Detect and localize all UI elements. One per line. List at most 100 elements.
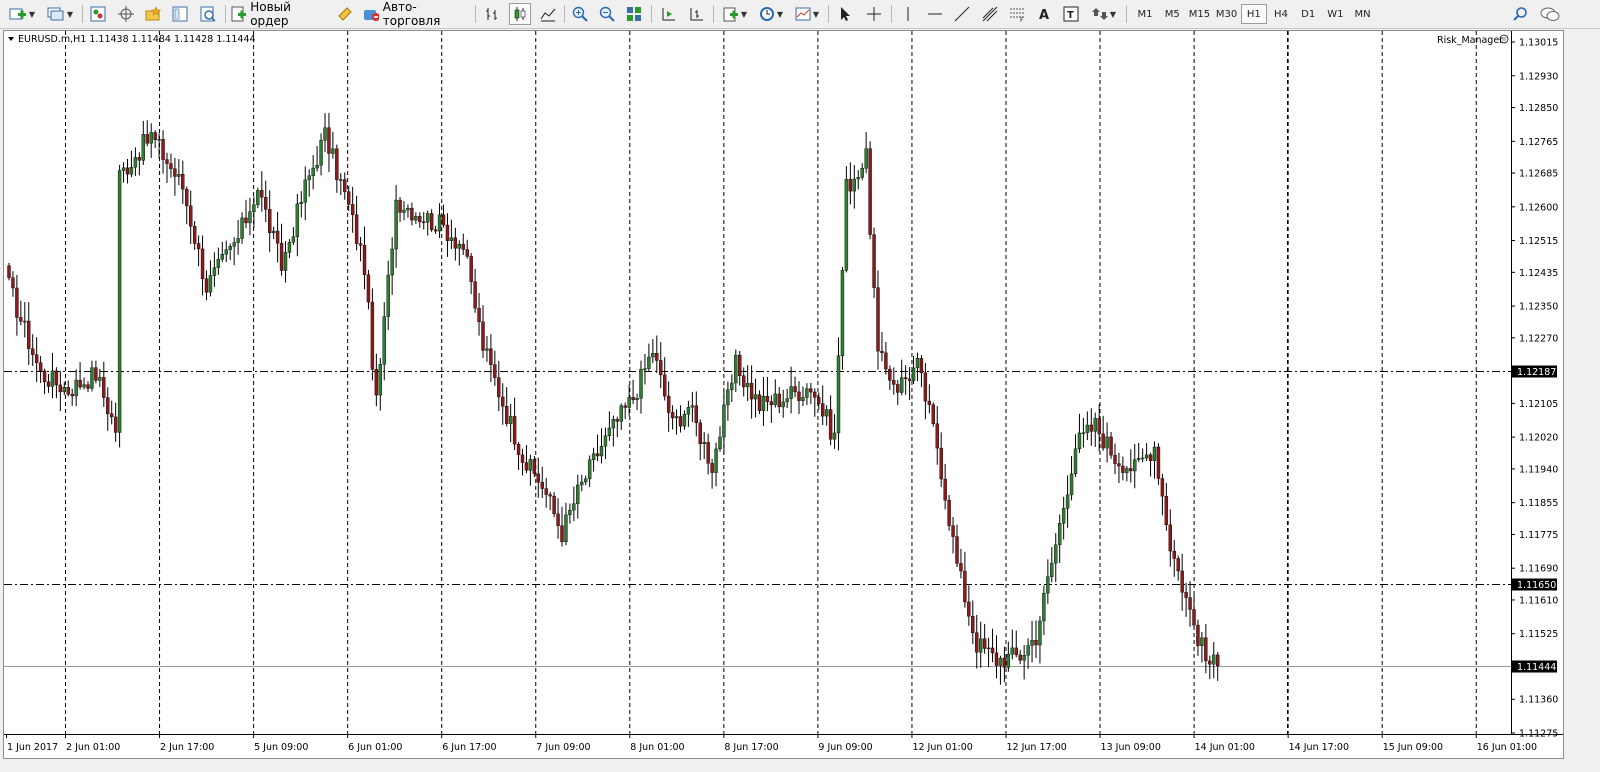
crosshair-target-icon	[118, 6, 134, 22]
separator	[891, 5, 892, 23]
candle-body	[607, 427, 612, 436]
candle-body	[1152, 446, 1157, 461]
navigator-button[interactable]	[143, 3, 163, 25]
candle-body	[1006, 653, 1011, 668]
candle-body	[1034, 640, 1038, 646]
crosshair-button[interactable]	[864, 3, 884, 25]
equidistant-channel-button[interactable]	[980, 3, 1000, 25]
strategy-tester-icon	[200, 6, 216, 22]
candle-body	[1093, 418, 1097, 432]
candle-body	[765, 396, 770, 402]
candle-body	[350, 204, 355, 215]
search-button[interactable]	[1510, 3, 1530, 25]
candle-body	[568, 509, 572, 516]
candle-body	[694, 405, 698, 424]
strategy-tester-button[interactable]	[198, 3, 218, 25]
auto-trading-icon	[364, 10, 379, 21]
separator	[82, 5, 83, 23]
time-axis-label: 9 Jun 09:00	[818, 742, 872, 753]
candle-body	[781, 401, 785, 408]
zoom-in-button[interactable]	[570, 3, 590, 25]
candle-body	[544, 488, 548, 495]
candle-body	[1180, 570, 1184, 593]
candle-body	[98, 377, 102, 381]
zoom-out-icon	[599, 6, 615, 22]
fibonacci-button[interactable]: F	[1007, 3, 1027, 25]
new-chart-button[interactable]: ▼	[6, 3, 38, 25]
auto-scroll-icon	[662, 8, 675, 21]
auto-trading-button[interactable]: Авто-торговля	[362, 0, 468, 28]
candle-body	[1077, 432, 1082, 450]
candle-body	[1215, 654, 1220, 667]
chat-button[interactable]	[1538, 3, 1562, 25]
time-axis-label: 13 Jun 09:00	[1101, 742, 1161, 753]
price-axis-label: 1.11855	[1519, 498, 1558, 509]
timeframe-button-mn[interactable]: MN	[1350, 4, 1376, 24]
candle-body	[663, 374, 667, 397]
price-axis-label: 1.12850	[1519, 103, 1558, 114]
text-button[interactable]: A	[1034, 3, 1054, 25]
timeframe-button-m15[interactable]: M15	[1186, 4, 1212, 24]
tile-windows-button[interactable]	[624, 3, 644, 25]
new-order-button[interactable]: Новый ордер	[231, 0, 329, 28]
text-label-button[interactable]: T	[1061, 3, 1081, 25]
profiles-button[interactable]: ▼	[44, 3, 76, 25]
arrows-button[interactable]: ▼	[1089, 3, 1119, 25]
candle-body	[469, 256, 473, 282]
candle-body	[655, 353, 659, 361]
candle-body	[1196, 624, 1200, 646]
candle-body	[422, 221, 426, 223]
metaeditor-button[interactable]	[335, 3, 355, 25]
candle-body	[986, 647, 991, 650]
trendline-button[interactable]	[952, 3, 972, 25]
candle-body	[173, 168, 177, 177]
timeframe-button-m1[interactable]: M1	[1132, 4, 1158, 24]
candle-body	[1010, 647, 1014, 655]
candle-body	[963, 570, 967, 603]
text-a-icon: A	[1039, 8, 1049, 22]
line-chart-button[interactable]	[538, 3, 558, 25]
candle-body	[852, 178, 856, 192]
timeframe-button-m5[interactable]: M5	[1159, 4, 1185, 24]
timeframe-button-h1[interactable]: H1	[1240, 4, 1267, 24]
candle-body	[125, 167, 130, 175]
chart-shift-button[interactable]	[686, 3, 706, 25]
candle-body	[185, 188, 189, 207]
timeframe-button-m30[interactable]: M30	[1214, 4, 1240, 24]
candle-body	[362, 245, 367, 275]
vertical-line-button[interactable]	[898, 3, 918, 25]
candle-body	[232, 242, 236, 247]
candle-body	[939, 447, 943, 480]
price-axis-label: 1.11690	[1519, 564, 1558, 575]
templates-button[interactable]: ▼	[792, 3, 822, 25]
candle-body	[793, 386, 797, 393]
data-window-button[interactable]	[116, 3, 136, 25]
candle-body	[734, 354, 738, 384]
zoom-out-button[interactable]	[597, 3, 617, 25]
candlestick-button[interactable]	[509, 3, 531, 25]
candle-body	[1018, 654, 1022, 661]
timeframe-button-d1[interactable]: D1	[1295, 4, 1321, 24]
auto-scroll-button[interactable]	[658, 3, 678, 25]
candle-body	[576, 484, 580, 504]
candle-body	[951, 525, 955, 537]
candle-body	[821, 403, 825, 417]
candle-body	[682, 414, 687, 427]
candle-body	[915, 358, 920, 369]
candle-body	[623, 405, 627, 408]
time-axis-label: 2 Jun 01:00	[66, 742, 120, 753]
time-axis-label: 14 Jun 01:00	[1195, 742, 1255, 753]
market-watch-button[interactable]	[88, 3, 108, 25]
horizontal-line-button[interactable]	[925, 3, 945, 25]
candle-body	[319, 140, 323, 166]
indicators-button[interactable]: ▼	[720, 3, 750, 25]
terminal-button[interactable]	[170, 3, 190, 25]
bar-chart-button[interactable]	[482, 3, 502, 25]
zoom-in-icon	[572, 6, 588, 22]
chart-window[interactable]: 1 Jun 2017 2 Jun 01:00 2 Jun 17:00 5 Jun 09…	[3, 30, 1600, 759]
cursor-button[interactable]	[835, 3, 855, 25]
timeframe-button-h4[interactable]: H4	[1268, 4, 1294, 24]
candle-body	[1192, 609, 1196, 626]
periodicity-button[interactable]: ▼	[756, 3, 786, 25]
timeframe-button-w1[interactable]: W1	[1322, 4, 1348, 24]
